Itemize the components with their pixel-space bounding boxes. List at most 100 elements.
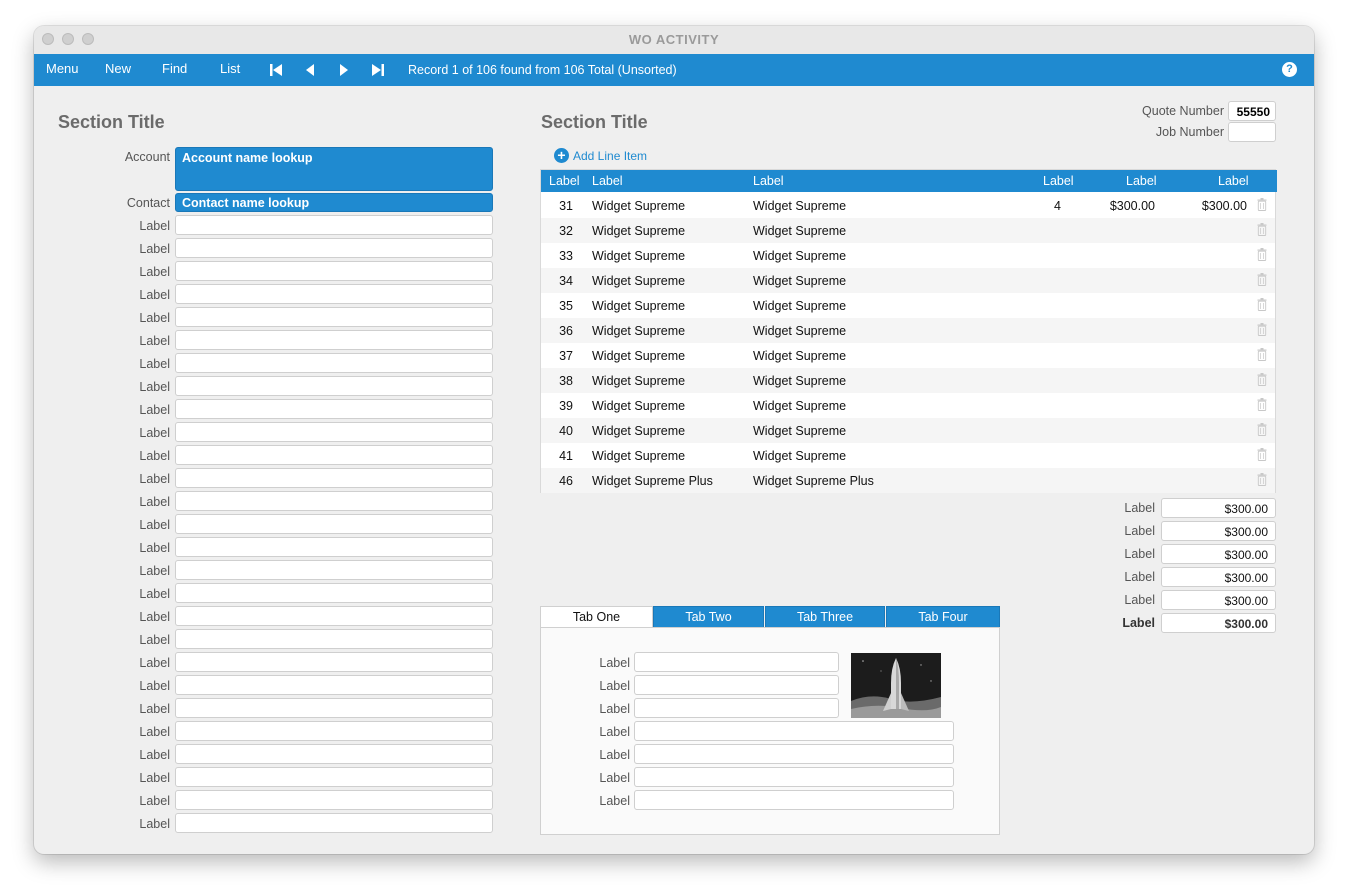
text-field[interactable] — [175, 284, 493, 304]
find-button[interactable]: Find — [162, 61, 187, 76]
tab-text-field[interactable] — [634, 790, 954, 810]
first-record-icon[interactable] — [268, 62, 284, 78]
text-field[interactable] — [175, 445, 493, 465]
text-field[interactable] — [175, 675, 493, 695]
trash-icon[interactable] — [1257, 373, 1267, 386]
table-row[interactable]: 40 Widget Supreme Widget Supreme — [541, 418, 1275, 443]
table-row[interactable]: 37 Widget Supreme Widget Supreme — [541, 343, 1275, 368]
table-row[interactable]: 35 Widget Supreme Widget Supreme — [541, 293, 1275, 318]
trash-icon[interactable] — [1257, 248, 1267, 261]
column-header[interactable]: Label — [592, 174, 623, 188]
tab-field-label: Label — [599, 771, 630, 785]
total-field[interactable]: $300.00 — [1161, 544, 1276, 564]
job-number-field[interactable] — [1228, 122, 1276, 142]
tab-text-field[interactable] — [634, 675, 839, 695]
trash-icon[interactable] — [1257, 223, 1267, 236]
item-quantity: 4 — [1054, 199, 1061, 213]
total-field[interactable]: $300.00 — [1161, 498, 1276, 518]
column-header[interactable]: Label — [1218, 174, 1249, 188]
table-row[interactable]: 32 Widget Supreme Widget Supreme — [541, 218, 1275, 243]
field-label: Label — [139, 426, 170, 440]
total-field[interactable]: $300.00 — [1161, 521, 1276, 541]
list-button[interactable]: List — [220, 61, 240, 76]
row-number: 36 — [559, 324, 573, 338]
column-header[interactable]: Label — [1043, 174, 1074, 188]
trash-icon[interactable] — [1257, 348, 1267, 361]
text-field[interactable] — [175, 376, 493, 396]
help-icon[interactable]: ? — [1282, 62, 1297, 77]
text-field[interactable] — [175, 583, 493, 603]
column-header[interactable]: Label — [549, 174, 580, 188]
tab-two[interactable]: Tab Two — [653, 606, 764, 628]
last-record-icon[interactable] — [370, 62, 386, 78]
text-field[interactable] — [175, 399, 493, 419]
text-field[interactable] — [175, 652, 493, 672]
column-header[interactable]: Label — [1126, 174, 1157, 188]
row-number: 40 — [559, 424, 573, 438]
trash-icon[interactable] — [1257, 448, 1267, 461]
table-row[interactable]: 46 Widget Supreme Plus Widget Supreme Plus — [541, 468, 1275, 493]
total-field[interactable]: $300.00 — [1161, 567, 1276, 587]
table-row[interactable]: 31 Widget Supreme Widget Supreme 4 $300.00 $3… — [541, 193, 1275, 218]
contact-lookup-field[interactable]: Contact name lookup — [175, 193, 493, 212]
text-field[interactable] — [175, 491, 493, 511]
text-field[interactable] — [175, 767, 493, 787]
tab-three[interactable]: Tab Three — [765, 606, 885, 628]
tab-text-field[interactable] — [634, 721, 954, 741]
trash-icon[interactable] — [1257, 323, 1267, 336]
text-field[interactable] — [175, 744, 493, 764]
text-field[interactable] — [175, 238, 493, 258]
item-description: Widget Supreme — [753, 199, 847, 213]
trash-icon[interactable] — [1257, 273, 1267, 286]
trash-icon[interactable] — [1257, 298, 1267, 311]
text-field[interactable] — [175, 813, 493, 833]
text-field[interactable] — [175, 560, 493, 580]
item-description: Widget Supreme — [753, 274, 847, 288]
text-field[interactable] — [175, 606, 493, 626]
text-field[interactable] — [175, 537, 493, 557]
table-row[interactable]: 33 Widget Supreme Widget Supreme — [541, 243, 1275, 268]
table-header: Label Label Label Label Label Label — [541, 170, 1277, 192]
field-label: Label — [139, 288, 170, 302]
text-field[interactable] — [175, 629, 493, 649]
tab-text-field[interactable] — [634, 652, 839, 672]
text-field[interactable] — [175, 307, 493, 327]
text-field[interactable] — [175, 514, 493, 534]
text-field[interactable] — [175, 721, 493, 741]
tab-four[interactable]: Tab Four — [886, 606, 1000, 628]
column-header[interactable]: Label — [753, 174, 784, 188]
field-label: Label — [139, 518, 170, 532]
table-row[interactable]: 38 Widget Supreme Widget Supreme — [541, 368, 1275, 393]
text-field[interactable] — [175, 468, 493, 488]
previous-record-icon[interactable] — [302, 62, 318, 78]
text-field[interactable] — [175, 330, 493, 350]
trash-icon[interactable] — [1257, 473, 1267, 486]
tab-text-field[interactable] — [634, 767, 954, 787]
account-lookup-field[interactable]: Account name lookup — [175, 147, 493, 191]
trash-icon[interactable] — [1257, 398, 1267, 411]
trash-icon[interactable] — [1257, 423, 1267, 436]
quote-number-field[interactable]: 55550 — [1228, 101, 1276, 121]
field-label: Label — [139, 633, 170, 647]
trash-icon[interactable] — [1257, 198, 1267, 211]
menu-button[interactable]: Menu — [46, 61, 79, 76]
text-field[interactable] — [175, 353, 493, 373]
table-row[interactable]: 41 Widget Supreme Widget Supreme — [541, 443, 1275, 468]
text-field[interactable] — [175, 261, 493, 281]
tab-text-field[interactable] — [634, 744, 954, 764]
total-label: Label — [1124, 593, 1155, 607]
next-record-icon[interactable] — [336, 62, 352, 78]
total-field[interactable]: $300.00 — [1161, 590, 1276, 610]
field-label: Label — [139, 541, 170, 555]
text-field[interactable] — [175, 790, 493, 810]
text-field[interactable] — [175, 698, 493, 718]
text-field[interactable] — [175, 215, 493, 235]
table-row[interactable]: 39 Widget Supreme Widget Supreme — [541, 393, 1275, 418]
total-field[interactable]: $300.00 — [1161, 613, 1276, 633]
text-field[interactable] — [175, 422, 493, 442]
table-row[interactable]: 36 Widget Supreme Widget Supreme — [541, 318, 1275, 343]
table-row[interactable]: 34 Widget Supreme Widget Supreme — [541, 268, 1275, 293]
tab-one[interactable]: Tab One — [540, 606, 653, 628]
new-button[interactable]: New — [105, 61, 131, 76]
tab-text-field[interactable] — [634, 698, 839, 718]
